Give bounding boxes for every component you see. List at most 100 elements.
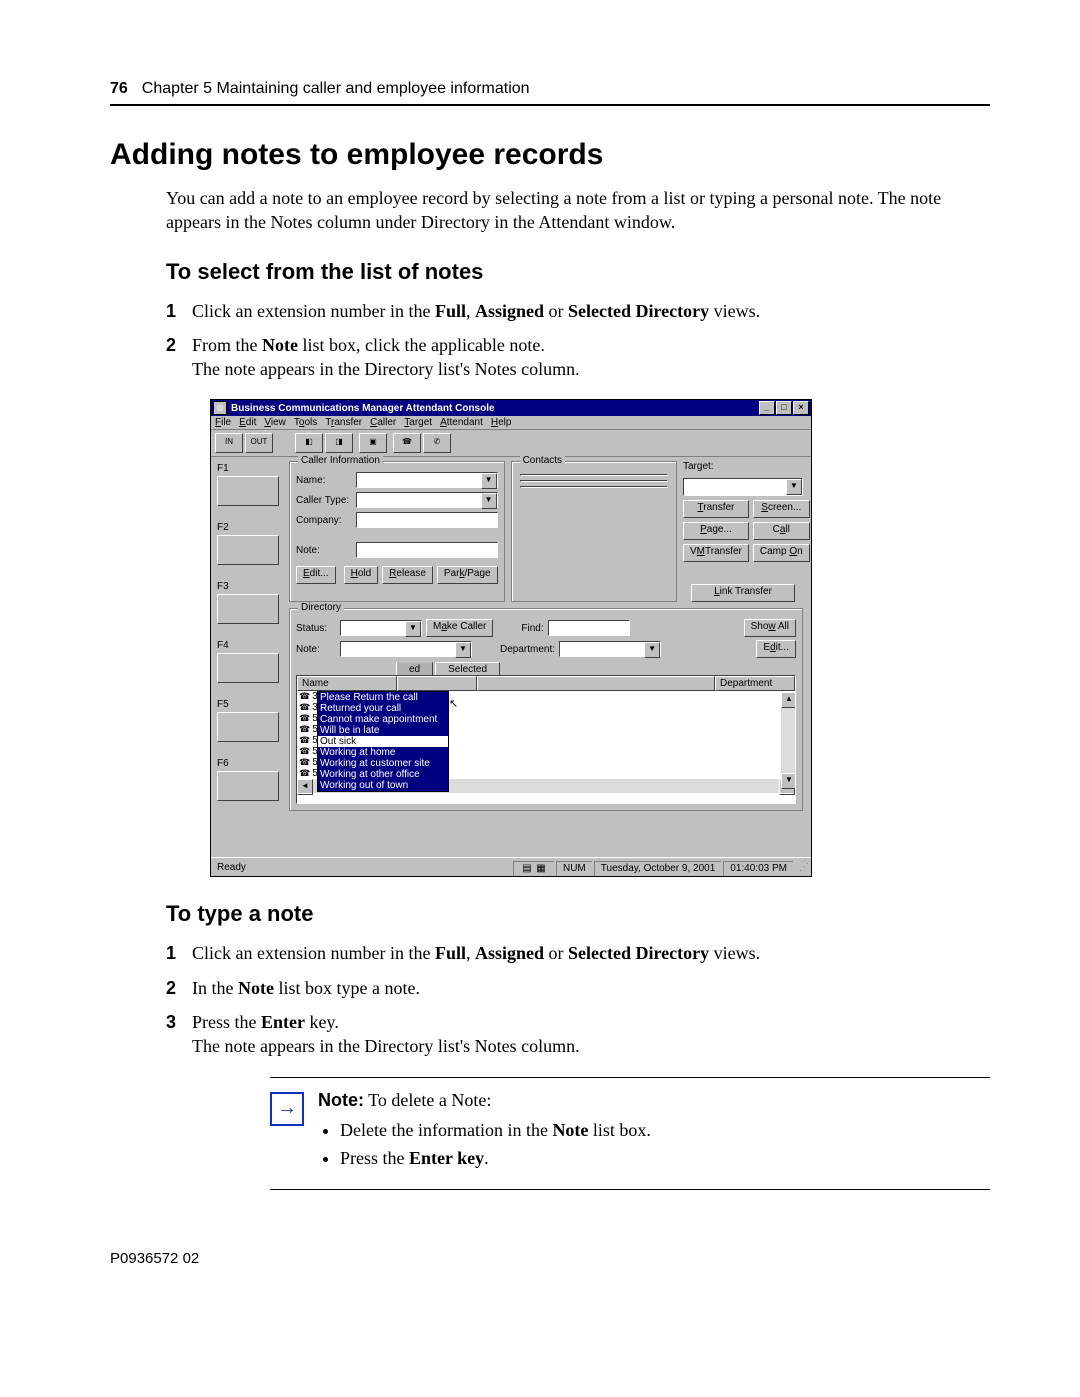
field-label: Caller Type:: [296, 495, 352, 506]
contact-slot[interactable]: [520, 474, 668, 476]
show-all-button[interactable]: Show All: [744, 619, 796, 637]
loop-button-f2[interactable]: [217, 535, 279, 565]
column-header-notes[interactable]: [477, 676, 715, 691]
minimize-button[interactable]: _: [759, 401, 775, 415]
scroll-left-button[interactable]: ◄: [297, 779, 313, 795]
loop-button-f6[interactable]: [217, 771, 279, 801]
caller-note-field[interactable]: [356, 542, 498, 558]
contact-slot[interactable]: [520, 480, 668, 482]
step-body: In the Note list box type a note.: [192, 976, 990, 1000]
resize-grip-icon[interactable]: ⋰: [795, 862, 811, 873]
phone-icon: ☎: [299, 746, 310, 757]
hold-button[interactable]: Hold: [344, 566, 379, 584]
chevron-down-icon[interactable]: ▼: [481, 493, 497, 509]
caller-info-group: Caller Information Name:▼ Caller Type:▼ …: [289, 461, 505, 602]
status-num: NUM: [556, 861, 592, 876]
note-option[interactable]: Working at customer site: [318, 758, 448, 769]
column-header-name[interactable]: Name: [297, 676, 397, 691]
note-option[interactable]: Please Return the call: [318, 692, 448, 703]
chevron-down-icon[interactable]: ▼: [481, 473, 497, 489]
directory-edit-button[interactable]: Edit...: [756, 640, 796, 658]
menu-view[interactable]: View: [264, 417, 286, 428]
find-field[interactable]: [548, 620, 630, 636]
note-option[interactable]: Returned your call: [318, 703, 448, 714]
note-combo[interactable]: ▼: [340, 641, 472, 657]
loop-button-f5[interactable]: [217, 712, 279, 742]
toolbar-icon[interactable]: ◧: [295, 433, 323, 453]
link-transfer-button[interactable]: Link Transfer: [691, 584, 795, 602]
steps-select: 1 Click an extension number in the Full,…: [166, 299, 990, 382]
target-combo[interactable]: ▼: [683, 478, 803, 496]
parkpage-button[interactable]: Park/Page: [437, 566, 498, 584]
steps-type: 1 Click an extension number in the Full,…: [166, 941, 990, 1058]
field-label: Company:: [296, 515, 352, 526]
call-button[interactable]: Call: [753, 522, 810, 540]
loop-button-f4[interactable]: [217, 653, 279, 683]
scroll-up-button[interactable]: ▲: [781, 692, 796, 708]
make-caller-button[interactable]: Make Caller: [426, 619, 493, 637]
transfer-button[interactable]: Transfer: [683, 500, 749, 518]
note-option[interactable]: Working at other office: [318, 769, 448, 780]
toolbar-icon[interactable]: ◨: [325, 433, 353, 453]
note-option[interactable]: Cannot make appointment: [318, 714, 448, 725]
contact-slot[interactable]: [520, 486, 668, 488]
menu-target[interactable]: Target: [404, 417, 432, 428]
scroll-down-button[interactable]: ▼: [781, 773, 796, 789]
loop-button-f3[interactable]: [217, 594, 279, 624]
directory-list[interactable]: Name Department ↖ Please Return the call…: [296, 675, 796, 804]
note-option[interactable]: Out sick: [318, 736, 448, 747]
system-menu-icon[interactable]: ◎: [213, 401, 227, 415]
chevron-down-icon[interactable]: ▼: [455, 642, 471, 658]
toolbar-icon[interactable]: ☎: [393, 433, 421, 453]
toolbar-icon[interactable]: ✆: [423, 433, 451, 453]
mouse-cursor-icon: ↖: [449, 697, 458, 710]
phone-icon: ☎: [299, 713, 310, 724]
chevron-down-icon[interactable]: ▼: [644, 642, 660, 658]
screen-button[interactable]: Screen...: [753, 500, 810, 518]
campon-button[interactable]: Camp On: [753, 544, 810, 562]
note-dropdown-list[interactable]: Please Return the call Returned your cal…: [317, 691, 449, 792]
toolbar-out-button[interactable]: OUT: [245, 433, 273, 453]
toolbar-in-button[interactable]: IN: [215, 433, 243, 453]
menu-edit[interactable]: Edit: [239, 417, 256, 428]
heading-1: Adding notes to employee records: [110, 138, 990, 172]
phone-icon: ☎: [299, 768, 310, 779]
edit-button[interactable]: Edit...: [296, 566, 336, 584]
page-button[interactable]: Page...: [683, 522, 749, 540]
field-label: Find:: [521, 623, 543, 634]
toolbar-icon[interactable]: ▣: [359, 433, 387, 453]
chevron-down-icon[interactable]: ▼: [786, 479, 802, 495]
menu-attendant[interactable]: Attendant: [440, 417, 483, 428]
tab-assigned[interactable]: ed: [396, 662, 433, 676]
note-option[interactable]: Will be in late: [318, 725, 448, 736]
release-button[interactable]: Release: [382, 566, 433, 584]
status-icon: ▤: [520, 862, 534, 876]
note-option[interactable]: Working at home: [318, 747, 448, 758]
note-option[interactable]: Working out of town: [318, 780, 448, 791]
name-combo[interactable]: ▼: [356, 472, 498, 488]
title-bar[interactable]: ◎ Business Communications Manager Attend…: [211, 400, 811, 416]
menu-help[interactable]: Help: [491, 417, 512, 428]
chevron-down-icon[interactable]: ▼: [405, 621, 421, 637]
menu-transfer[interactable]: Transfer: [325, 417, 362, 428]
step-number: 3: [166, 1010, 192, 1059]
menu-file[interactable]: File: [215, 417, 231, 428]
company-field[interactable]: [356, 512, 498, 528]
department-combo[interactable]: ▼: [559, 641, 661, 657]
loop-button-column: F1 F2 F3 F4 F5 F6: [211, 457, 289, 857]
column-header-department[interactable]: Department: [715, 676, 795, 691]
contacts-group: Contacts: [511, 461, 677, 602]
menu-tools[interactable]: Tools: [294, 417, 317, 428]
loop-button-f1[interactable]: [217, 476, 279, 506]
intro-paragraph: You can add a note to an employee record…: [166, 186, 990, 235]
menu-caller[interactable]: Caller: [370, 417, 396, 428]
maximize-button[interactable]: □: [776, 401, 792, 415]
caller-type-combo[interactable]: ▼: [356, 492, 498, 508]
vmtransfer-button[interactable]: VMTransfer: [683, 544, 749, 562]
status-combo[interactable]: ▼: [340, 620, 422, 636]
tab-selected[interactable]: Selected: [435, 662, 500, 676]
column-header-ext[interactable]: [397, 676, 477, 691]
page-number: 76: [110, 80, 128, 98]
close-button[interactable]: ×: [793, 401, 809, 415]
vertical-scrollbar[interactable]: ▲ ▼: [781, 692, 795, 789]
